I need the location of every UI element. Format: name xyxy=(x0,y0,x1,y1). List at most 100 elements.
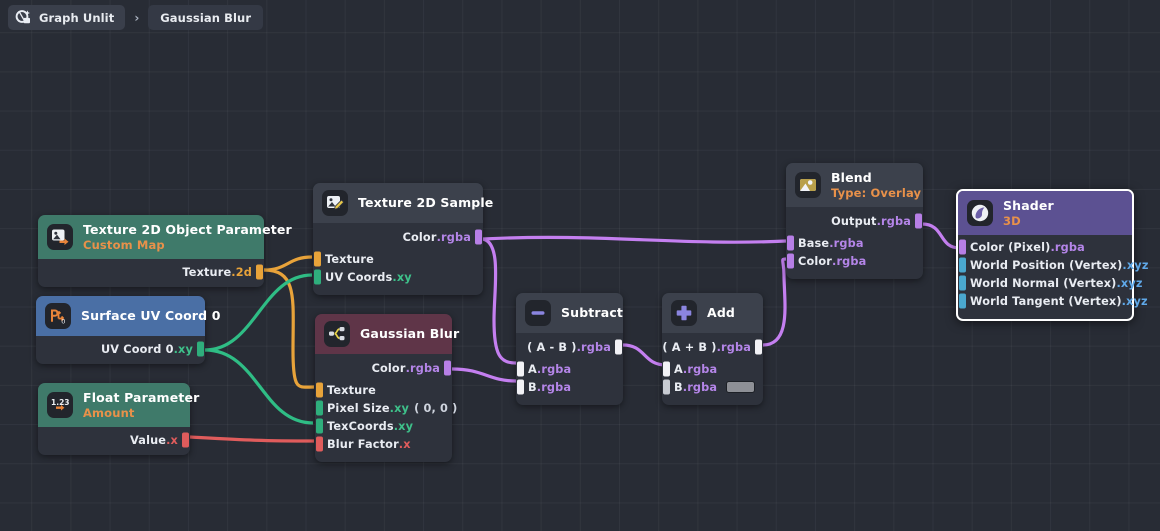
port-pin[interactable] xyxy=(663,379,670,395)
port-pin[interactable] xyxy=(615,339,622,355)
wire-blur-to-subtract-b xyxy=(451,367,517,383)
input-port-texture[interactable]: Texture xyxy=(313,250,483,268)
node-subtitle: Custom Map xyxy=(83,237,165,252)
input-port-color[interactable]: Color .rgba xyxy=(786,252,923,270)
wire-add-to-blend-color xyxy=(762,257,787,347)
input-port-uv-coords[interactable]: UV Coords .xy xyxy=(313,268,483,286)
node-header[interactable]: 0 Surface UV Coord 0 xyxy=(36,296,220,336)
port-pin[interactable] xyxy=(915,213,922,229)
port-pin[interactable] xyxy=(197,341,204,357)
port-pin[interactable] xyxy=(517,379,524,395)
port-suffix: .rgba xyxy=(436,230,471,244)
texture-sample-icon xyxy=(322,190,348,216)
node-header[interactable]: 1.23 Float Parameter Amount xyxy=(38,383,199,427)
node-header[interactable]: Gaussian Blur xyxy=(315,314,459,354)
port-pin[interactable] xyxy=(663,361,670,377)
input-port-world-tangent[interactable]: World Tangent (Vertex) .xyz xyxy=(958,292,1148,310)
port-suffix: .rgba xyxy=(576,340,611,354)
minus-icon xyxy=(525,300,551,326)
wire-blend-to-shader-color xyxy=(921,222,961,250)
input-port-world-normal[interactable]: World Normal (Vertex) .xyz xyxy=(958,274,1142,292)
node-body: Color (Pixel) .rgba World Position (Verte… xyxy=(958,235,1148,319)
input-port-blur-factor[interactable]: Blur Factor .x xyxy=(315,435,452,453)
node-header[interactable]: Shader 3D xyxy=(958,191,1132,235)
node-header[interactable]: Texture 2D Sample xyxy=(313,183,493,223)
node-subtitle: Amount xyxy=(83,405,135,420)
port-pin[interactable] xyxy=(959,293,966,309)
port-suffix: .xyz xyxy=(1121,294,1148,308)
port-pin[interactable] xyxy=(959,239,966,255)
node-gaussian-blur[interactable]: Gaussian Blur Color .rgba Texture Pixel S… xyxy=(315,314,459,462)
port-pin[interactable] xyxy=(256,264,263,280)
input-port-texcoords[interactable]: TexCoords .xy xyxy=(315,417,452,435)
port-pin[interactable] xyxy=(787,235,794,251)
input-port-color-pixel[interactable]: Color (Pixel) .rgba xyxy=(958,238,1132,256)
port-label: World Position (Vertex) xyxy=(970,258,1123,272)
port-suffix: .rgba xyxy=(682,362,718,376)
port-label: Color xyxy=(402,230,437,244)
node-graph-canvas[interactable]: Graph Unlit › Gaussian Blur Texture 2D O… xyxy=(0,0,1160,531)
port-pin[interactable] xyxy=(475,229,482,245)
svg-text:0: 0 xyxy=(61,318,65,326)
input-port-b[interactable]: B .rgba xyxy=(516,378,623,396)
node-add[interactable]: Add ( A + B ) .rgba A .rgba B .rgba xyxy=(662,293,763,405)
output-port-value[interactable]: Value .x xyxy=(38,431,190,449)
node-shader[interactable]: Shader 3D Color (Pixel) .rgba World Posit… xyxy=(956,189,1148,321)
node-texture-2d-sample[interactable]: Texture 2D Sample Color .rgba Texture UV … xyxy=(313,183,493,295)
output-port-output[interactable]: Output .rgba xyxy=(786,212,923,230)
port-suffix: .rgba xyxy=(1050,240,1085,254)
port-pin[interactable] xyxy=(959,275,966,291)
output-port-uv-coord-0[interactable]: UV Coord 0 .xy xyxy=(36,340,205,358)
input-port-base[interactable]: Base .rgba xyxy=(786,234,923,252)
node-header[interactable]: Add xyxy=(662,293,763,333)
node-float-parameter[interactable]: 1.23 Float Parameter Amount Value .x xyxy=(38,383,199,455)
port-label: Texture xyxy=(182,265,232,279)
port-suffix: .x xyxy=(398,437,411,451)
input-port-a[interactable]: A .rgba xyxy=(516,360,623,378)
port-pin[interactable] xyxy=(314,269,321,285)
port-pin[interactable] xyxy=(787,253,794,269)
output-port-color[interactable]: Color .rgba xyxy=(315,359,452,377)
port-label: ( A - B ) xyxy=(527,340,577,354)
port-pin[interactable] xyxy=(316,382,323,398)
port-label: ( A + B ) xyxy=(662,340,717,354)
node-subtract[interactable]: Subtract ( A - B ) .rgba A .rgba B .rgba xyxy=(516,293,623,405)
node-surface-uv-coord-0[interactable]: 0 Surface UV Coord 0 UV Coord 0 .xy xyxy=(36,296,220,364)
node-blend[interactable]: Blend Type: Overlay Output .rgba Base .rgb… xyxy=(786,163,923,279)
graph-unlit-icon xyxy=(15,9,32,26)
node-title: Texture 2D Object Parameter xyxy=(83,222,292,237)
port-label: World Tangent (Vertex) xyxy=(970,294,1122,308)
input-port-texture[interactable]: Texture xyxy=(315,381,452,399)
node-title: Float Parameter xyxy=(83,390,200,405)
port-pin[interactable] xyxy=(444,360,451,376)
port-pin[interactable] xyxy=(314,251,321,267)
node-header[interactable]: Texture 2D Object Parameter Custom Map xyxy=(38,215,292,259)
output-port-color[interactable]: Color .rgba xyxy=(313,228,483,246)
output-port-difference[interactable]: ( A - B ) .rgba xyxy=(516,338,623,356)
output-port-sum[interactable]: ( A + B ) .rgba xyxy=(662,338,763,356)
output-port-texture[interactable]: Texture .2d xyxy=(38,263,264,281)
port-pin[interactable] xyxy=(517,361,524,377)
node-subtitle: 3D xyxy=(1003,213,1021,228)
port-label: Texture xyxy=(327,383,376,397)
port-value[interactable]: ( 0, 0 ) xyxy=(414,402,457,415)
port-pin[interactable] xyxy=(182,432,189,448)
input-port-pixel-size[interactable]: Pixel Size .xy ( 0, 0 ) xyxy=(315,399,457,417)
port-pin[interactable] xyxy=(959,257,966,273)
input-port-a[interactable]: A .rgba xyxy=(662,360,763,378)
breadcrumb-item-current[interactable]: Gaussian Blur xyxy=(148,5,264,30)
input-port-b[interactable]: B .rgba xyxy=(662,378,763,396)
port-pin[interactable] xyxy=(755,339,762,355)
port-pin[interactable] xyxy=(316,418,323,434)
node-header[interactable]: Subtract xyxy=(516,293,623,333)
port-pin[interactable] xyxy=(316,400,323,416)
breadcrumb-item-graph-unlit[interactable]: Graph Unlit xyxy=(8,5,126,30)
input-port-world-position[interactable]: World Position (Vertex) .xyz xyxy=(958,256,1148,274)
plus-icon xyxy=(671,300,697,326)
node-header[interactable]: Blend Type: Overlay xyxy=(786,163,923,207)
node-body: Color .rgba Texture Pixel Size .xy ( 0, 0 … xyxy=(315,354,457,462)
port-pin[interactable] xyxy=(316,436,323,452)
color-swatch[interactable] xyxy=(726,381,756,393)
port-label: TexCoords xyxy=(327,419,394,433)
node-texture-2d-object-parameter[interactable]: Texture 2D Object Parameter Custom Map T… xyxy=(38,215,292,287)
